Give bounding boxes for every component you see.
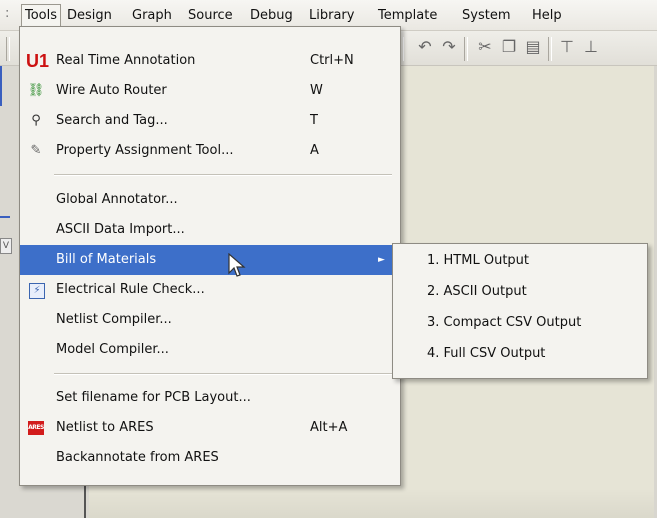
menu-item-label: Property Assignment Tool... bbox=[56, 143, 234, 158]
menu-item-ascii-data-import[interactable]: ASCII Data Import... bbox=[20, 215, 398, 245]
mouse-cursor-icon bbox=[228, 253, 246, 277]
menu-item-label: Real Time Annotation bbox=[56, 53, 196, 68]
menu-item-shortcut: Ctrl+N bbox=[310, 53, 354, 68]
menu-tools[interactable]: Tools bbox=[21, 4, 62, 27]
menu-item-label: Search and Tag... bbox=[56, 113, 168, 128]
menu-item-label: Global Annotator... bbox=[56, 192, 178, 207]
menu-item-label: Set filename for PCB Layout... bbox=[56, 390, 251, 405]
menu-source[interactable]: Source bbox=[188, 7, 233, 27]
menu-template[interactable]: Template bbox=[378, 7, 437, 27]
toolbar-separator bbox=[6, 37, 10, 61]
menu-item-shortcut: W bbox=[310, 83, 323, 98]
submenu-arrow-icon: ► bbox=[378, 255, 385, 265]
menu-item-global-annotator[interactable]: Global Annotator... bbox=[20, 185, 398, 215]
menu-graph[interactable]: Graph bbox=[132, 7, 172, 27]
bill-of-materials-submenu: 1. HTML Output 2. ASCII Output 3. Compac… bbox=[392, 243, 648, 379]
menu-system[interactable]: System bbox=[462, 7, 510, 27]
menu-item-label: ASCII Data Import... bbox=[56, 222, 185, 237]
panel-marker bbox=[0, 66, 7, 106]
menu-item-real-time-annotation[interactable]: U1 Real Time Annotation Ctrl+N bbox=[20, 46, 398, 76]
wire-router-icon: ⛓ bbox=[27, 83, 45, 98]
toolbar-separator bbox=[548, 37, 552, 61]
property-tool-icon: ✎ bbox=[30, 143, 42, 158]
submenu-item-compact-csv-output[interactable]: 3. Compact CSV Output bbox=[427, 314, 581, 332]
align-top-icon[interactable]: ⊤ bbox=[556, 36, 578, 58]
menu-item-netlist-compiler[interactable]: Netlist Compiler... bbox=[20, 305, 398, 335]
erc-icon: ⚡ bbox=[29, 283, 45, 299]
binoculars-icon: ⚲ bbox=[31, 113, 41, 128]
canvas-shade bbox=[89, 488, 654, 518]
menu-item-property-assignment[interactable]: ✎ Property Assignment Tool... A bbox=[20, 136, 398, 166]
align-bottom-icon[interactable]: ⊥ bbox=[580, 36, 602, 58]
menu-library[interactable]: Library bbox=[309, 7, 354, 27]
menu-item-label: Netlist Compiler... bbox=[56, 312, 172, 327]
menu-item-electrical-rule-check[interactable]: ⚡ Electrical Rule Check... bbox=[20, 275, 398, 305]
menu-item-model-compiler[interactable]: Model Compiler... bbox=[20, 335, 398, 365]
menu-item-netlist-to-ares[interactable]: ARES Netlist to ARES Alt+A bbox=[20, 413, 398, 443]
cut-icon[interactable]: ✂ bbox=[474, 36, 496, 58]
paste-icon[interactable]: ▤ bbox=[522, 36, 544, 58]
menu-item-label: Netlist to ARES bbox=[56, 420, 154, 435]
tools-dropdown-menu: U1 Real Time Annotation Ctrl+N ⛓ Wire Au… bbox=[19, 26, 401, 486]
menu-item-set-pcb-filename[interactable]: Set filename for PCB Layout... bbox=[20, 383, 398, 413]
menu-item-shortcut: Alt+A bbox=[310, 420, 348, 435]
undo-icon[interactable]: ↶ bbox=[414, 36, 436, 58]
menu-item-search-and-tag[interactable]: ⚲ Search and Tag... T bbox=[20, 106, 398, 136]
menu-design[interactable]: Design bbox=[67, 7, 112, 27]
menu-item-label: Backannotate from ARES bbox=[56, 450, 219, 465]
menu-help[interactable]: Help bbox=[532, 7, 562, 27]
menu-separator bbox=[54, 174, 392, 176]
menubar-lead: : bbox=[5, 6, 10, 21]
u1-annotation-icon: U1 bbox=[26, 51, 50, 71]
menu-item-label: Wire Auto Router bbox=[56, 83, 167, 98]
menu-item-wire-auto-router[interactable]: ⛓ Wire Auto Router W bbox=[20, 76, 398, 106]
redo-icon[interactable]: ↷ bbox=[438, 36, 460, 58]
submenu-item-full-csv-output[interactable]: 4. Full CSV Output bbox=[427, 345, 545, 363]
menu-debug[interactable]: Debug bbox=[250, 7, 293, 27]
menu-separator bbox=[54, 373, 392, 375]
ares-icon: ARES bbox=[28, 421, 44, 435]
menu-item-shortcut: A bbox=[310, 143, 319, 158]
copy-icon[interactable]: ❐ bbox=[498, 36, 520, 58]
menu-item-label: Bill of Materials bbox=[56, 252, 157, 267]
menu-item-shortcut: T bbox=[310, 113, 318, 128]
menu-item-bill-of-materials[interactable]: Bill of Materials ► bbox=[20, 245, 398, 275]
submenu-item-ascii-output[interactable]: 2. ASCII Output bbox=[427, 283, 527, 301]
menu-item-backannotate-from-ares[interactable]: Backannotate from ARES bbox=[20, 443, 398, 473]
menu-item-label: Model Compiler... bbox=[56, 342, 169, 357]
panel-marker bbox=[0, 216, 10, 230]
toolbar-separator bbox=[464, 37, 468, 61]
submenu-item-html-output[interactable]: 1. HTML Output bbox=[427, 252, 529, 270]
panel-tab[interactable]: V bbox=[0, 238, 12, 254]
menu-item-label: Electrical Rule Check... bbox=[56, 282, 205, 297]
